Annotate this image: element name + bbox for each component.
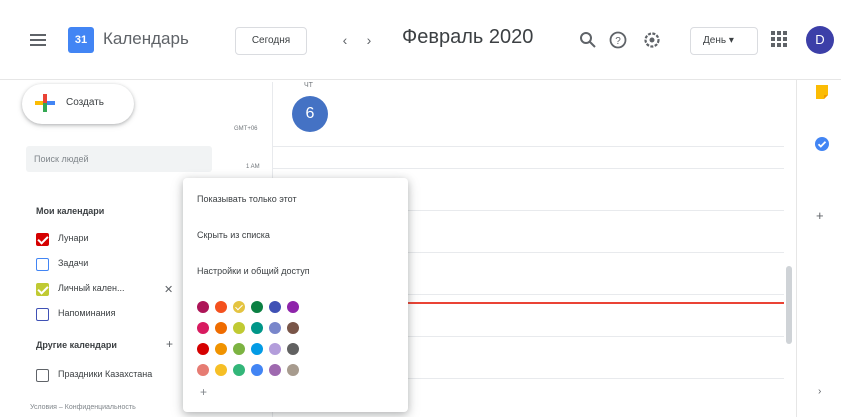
calendar-checkbox[interactable] — [36, 283, 49, 296]
color-swatch[interactable] — [269, 322, 281, 334]
my-calendars-header[interactable]: Мои календари — [36, 206, 104, 216]
menu-item-hide-from-list[interactable]: Скрыть из списка — [183, 220, 408, 250]
color-swatch[interactable] — [233, 322, 245, 334]
calendar-app: 31 Календарь Сегодня ‹ › Февраль 2020 ? … — [0, 0, 841, 417]
previous-day-button[interactable]: ‹ — [336, 30, 354, 50]
calendar-checkbox[interactable] — [36, 233, 49, 246]
color-swatch[interactable] — [215, 364, 227, 376]
color-swatch[interactable] — [233, 301, 245, 313]
calendar-label: Праздники Казахстана — [58, 369, 153, 379]
next-day-button[interactable]: › — [360, 30, 378, 50]
color-swatch[interactable] — [269, 364, 281, 376]
today-button[interactable]: Сегодня — [235, 27, 307, 55]
color-swatch[interactable] — [197, 364, 209, 376]
side-panel — [796, 80, 841, 417]
top-bar: 31 Календарь Сегодня ‹ › Февраль 2020 ? … — [0, 0, 841, 80]
color-swatch[interactable] — [251, 343, 263, 355]
apps-grid-icon[interactable] — [770, 30, 788, 48]
app-title: Календарь — [103, 29, 189, 48]
timezone-label: GMT+06 — [234, 126, 258, 132]
other-calendars-header[interactable]: Другие календари — [36, 340, 117, 350]
time-label: 1 AM — [246, 164, 260, 170]
color-swatch[interactable] — [233, 343, 245, 355]
calendar-label: Напоминания — [58, 308, 116, 318]
current-date-title: Февраль 2020 — [402, 26, 534, 48]
calendar-label: Личный кален... — [58, 283, 125, 293]
calendar-label: Задачи — [58, 258, 89, 268]
color-swatch[interactable] — [215, 301, 227, 313]
hour-gridline — [272, 168, 784, 169]
svg-text:?: ? — [615, 36, 621, 47]
keep-notes-icon[interactable] — [814, 84, 830, 100]
all-day-divider — [272, 146, 784, 147]
hide-side-panel-button[interactable]: › — [818, 386, 821, 397]
create-button-label: Создать — [66, 97, 105, 108]
color-swatch[interactable] — [197, 322, 209, 334]
calendar-checkbox[interactable] — [36, 258, 49, 271]
calendar-checkbox[interactable] — [36, 369, 49, 382]
calendar-label: Лунари — [58, 233, 89, 243]
color-swatch[interactable] — [287, 364, 299, 376]
tasks-icon[interactable] — [814, 136, 830, 152]
color-swatch[interactable] — [269, 343, 281, 355]
help-icon[interactable]: ? — [608, 30, 628, 50]
account-avatar[interactable]: D — [806, 26, 834, 54]
add-other-calendar-button[interactable]: + — [166, 337, 173, 351]
current-day-number[interactable]: 6 — [292, 96, 328, 132]
color-swatch[interactable] — [251, 322, 263, 334]
search-icon[interactable] — [578, 30, 598, 50]
footer-terms-privacy[interactable]: Условия – Конфиденциальность — [30, 404, 136, 411]
color-swatch[interactable] — [197, 301, 209, 313]
day-of-week-label: ЧТ — [304, 82, 313, 89]
calendar-options-menu: Показывать только этот Скрыть из списка … — [183, 178, 408, 412]
custom-color-button[interactable]: + — [200, 385, 207, 399]
menu-item-show-only-this[interactable]: Показывать только этот — [183, 184, 408, 214]
color-swatch[interactable] — [269, 301, 281, 313]
menu-item-settings-sharing[interactable]: Настройки и общий доступ — [183, 256, 408, 286]
remove-calendar-icon[interactable]: ✕ — [164, 283, 173, 296]
color-swatch[interactable] — [287, 301, 299, 313]
color-swatch[interactable] — [215, 322, 227, 334]
grid-scrollbar[interactable] — [786, 266, 792, 344]
current-time-indicator — [404, 302, 784, 304]
search-people-input[interactable]: Поиск людей — [26, 146, 212, 172]
color-swatch[interactable] — [233, 364, 245, 376]
color-swatch[interactable] — [215, 343, 227, 355]
create-event-button[interactable]: Создать — [22, 84, 134, 124]
view-select[interactable]: День ▾ — [690, 27, 758, 55]
settings-gear-icon[interactable] — [642, 30, 662, 50]
color-swatch[interactable] — [287, 343, 299, 355]
color-swatch[interactable] — [251, 301, 263, 313]
calendar-logo-icon: 31 — [68, 27, 94, 53]
color-swatch[interactable] — [197, 343, 209, 355]
calendar-checkbox[interactable] — [36, 308, 49, 321]
color-swatch[interactable] — [287, 322, 299, 334]
color-swatch[interactable] — [251, 364, 263, 376]
get-addons-button[interactable]: + — [816, 208, 824, 223]
colorful-plus-icon — [34, 92, 56, 114]
main-menu-icon[interactable] — [30, 34, 46, 46]
